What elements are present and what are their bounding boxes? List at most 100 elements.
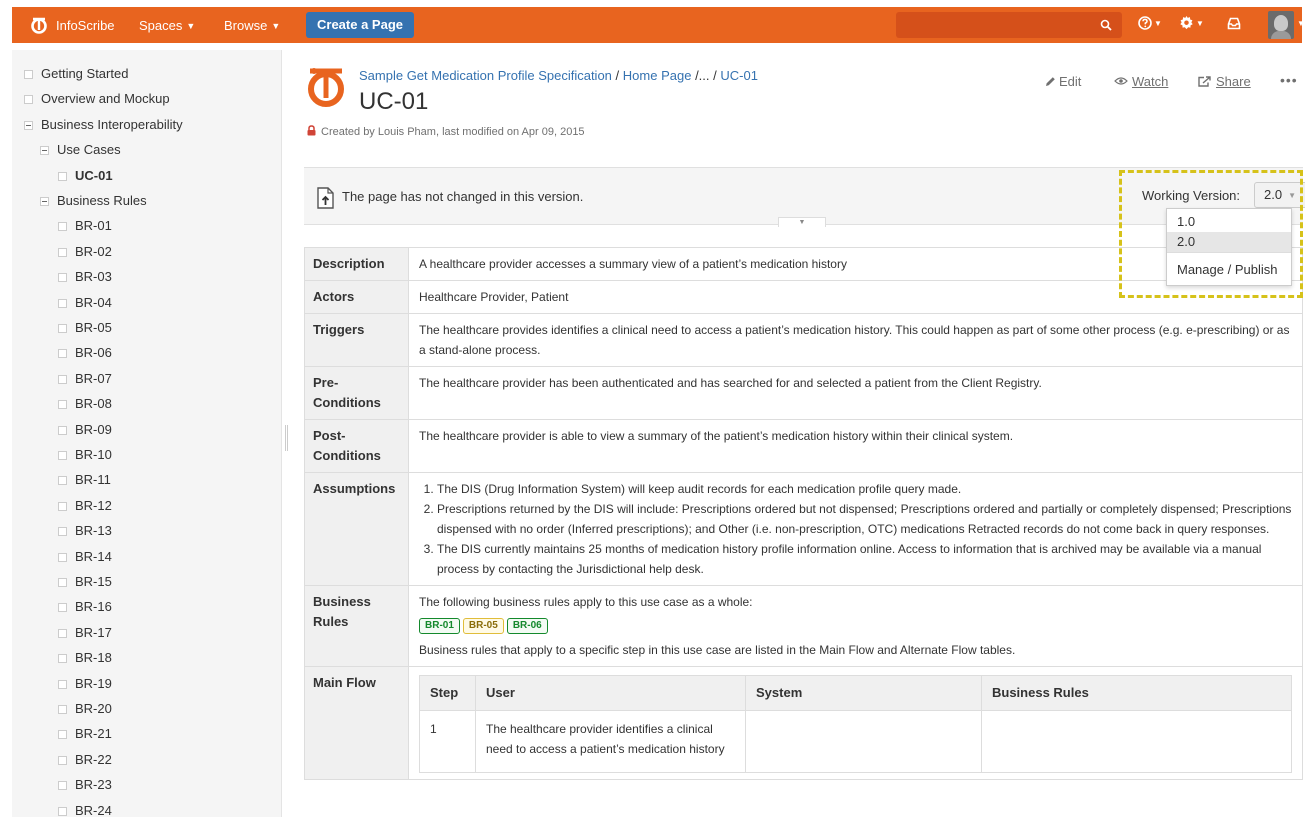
rule-badge[interactable]: BR-06 — [506, 618, 548, 634]
create-page-button[interactable]: Create a Page — [306, 12, 414, 38]
more-actions-button[interactable]: ••• — [1280, 72, 1298, 88]
main-flow-table: Step User System Business Rules 1 The he… — [419, 675, 1292, 773]
sidebar-item-br-20[interactable]: BR-20 — [58, 699, 112, 719]
row-header-preconditions: Pre-Conditions — [304, 366, 409, 420]
search-icon — [1100, 19, 1112, 31]
sidebar-item-br-23[interactable]: BR-23 — [58, 775, 112, 795]
column-header: User — [475, 675, 746, 711]
sidebar-item-br-11[interactable]: BR-11 — [58, 470, 111, 490]
sidebar-item-br-07[interactable]: BR-07 — [58, 369, 112, 389]
page-bullet-icon — [58, 273, 67, 283]
rule-badge[interactable]: BR-05 — [462, 618, 504, 634]
collapse-icon[interactable] — [40, 146, 49, 156]
sidebar-item-label: BR-02 — [75, 243, 112, 259]
annotation-highlight-box — [1119, 170, 1303, 298]
preconditions-cell: The healthcare provider has been authent… — [408, 366, 1303, 420]
settings-menu[interactable]: ▼ — [1179, 15, 1204, 31]
page-bullet-icon — [58, 324, 67, 333]
sidebar-item-br-19[interactable]: BR-19 — [58, 674, 112, 694]
watch-button[interactable]: Watch — [1114, 74, 1168, 89]
sidebar-item-uc-01[interactable]: UC-01 — [58, 166, 113, 186]
page-bullet-icon — [58, 730, 67, 740]
sidebar-item-br-05[interactable]: BR-05 — [58, 318, 112, 338]
page-bullet-icon — [58, 222, 67, 232]
sidebar-item-br-13[interactable]: BR-13 — [58, 521, 112, 541]
breadcrumb-space[interactable]: Sample Get Medication Profile Specificat… — [359, 68, 612, 83]
browse-menu[interactable]: Browse ▼ — [224, 18, 280, 33]
business-rules-cell: The following business rules apply to th… — [408, 585, 1303, 667]
sidebar-item-label: UC-01 — [75, 167, 113, 183]
search-input[interactable] — [896, 12, 1122, 38]
rules-cell — [981, 710, 1292, 773]
spaces-menu[interactable]: Spaces ▼ — [139, 18, 195, 33]
sidebar-item-br-15[interactable]: BR-15 — [58, 572, 112, 592]
table-row: Pre-Conditions The healthcare provider h… — [304, 366, 1303, 420]
breadcrumb-home[interactable]: Home Page — [623, 68, 692, 83]
row-header-description: Description — [304, 247, 409, 281]
app-logo-icon[interactable] — [30, 16, 48, 34]
sidebar-item-br-08[interactable]: BR-08 — [58, 394, 112, 414]
sidebar-item-br-09[interactable]: BR-09 — [58, 420, 112, 440]
sidebar-item-label: BR-06 — [75, 345, 112, 361]
column-header: Step — [419, 675, 476, 711]
sidebar-item-br-17[interactable]: BR-17 — [58, 623, 112, 643]
share-button[interactable]: Share — [1198, 74, 1251, 89]
chevron-down-icon: ▼ — [186, 21, 196, 31]
page-bullet-icon — [58, 603, 67, 613]
sidebar-item-label: BR-11 — [75, 472, 111, 488]
sidebar-item-br-03[interactable]: BR-03 — [58, 267, 112, 287]
sidebar-item-br-21[interactable]: BR-21 — [58, 724, 112, 744]
sidebar-item-br-22[interactable]: BR-22 — [58, 750, 112, 770]
sidebar-item-br-04[interactable]: BR-04 — [58, 293, 112, 313]
rule-badge[interactable]: BR-01 — [419, 618, 460, 634]
table-row: Post-Conditions The healthcare provider … — [304, 419, 1303, 473]
edit-button[interactable]: Edit — [1045, 74, 1081, 89]
sidebar-item-br-16[interactable]: BR-16 — [58, 597, 112, 617]
sidebar-item-br-24[interactable]: BR-24 — [58, 801, 112, 817]
assumptions-cell: The DIS (Drug Information System) will k… — [408, 472, 1303, 586]
sidebar-item-br-10[interactable]: BR-10 — [58, 445, 112, 465]
chevron-down-icon: ▼ — [1154, 19, 1162, 28]
sidebar-item-br-02[interactable]: BR-02 — [58, 242, 112, 262]
expand-toggle-button[interactable]: ▼ — [778, 217, 826, 227]
main-flow-cell: Step User System Business Rules 1 The he… — [408, 666, 1303, 780]
chevron-down-icon[interactable]: ▼ — [1297, 19, 1305, 28]
notifications-button[interactable] — [1227, 15, 1241, 31]
breadcrumb-ellipsis[interactable]: /... — [695, 68, 709, 83]
list-item: The DIS (Drug Information System) will k… — [437, 479, 1292, 499]
page-bullet-icon — [58, 501, 67, 511]
sidebar-item-br-01[interactable]: BR-01 — [58, 216, 112, 236]
sidebar-item-business-interoperability[interactable]: Business Interoperability — [24, 115, 183, 135]
sidebar-item-label: BR-10 — [75, 447, 112, 462]
sidebar-item-label: BR-01 — [75, 218, 112, 234]
sidebar-item-br-18[interactable]: BR-18 — [58, 648, 112, 668]
restriction-lock-icon[interactable] — [307, 125, 316, 136]
sidebar-item-label: BR-14 — [75, 548, 112, 564]
help-icon — [1138, 16, 1152, 30]
user-avatar[interactable] — [1268, 11, 1294, 39]
help-menu[interactable]: ▼ — [1138, 15, 1162, 31]
brand-name[interactable]: InfoScribe — [56, 18, 115, 33]
sidebar-item-br-14[interactable]: BR-14 — [58, 547, 112, 567]
notifications-icon — [1227, 17, 1241, 30]
page-bullet-icon — [58, 400, 67, 410]
sidebar-item-use-cases[interactable]: Use Cases — [40, 140, 121, 160]
sidebar-item-br-12[interactable]: BR-12 — [58, 496, 112, 516]
sidebar-item-label: BR-16 — [75, 599, 112, 615]
page-bullet-icon — [58, 425, 67, 435]
space-logo-icon — [308, 68, 344, 107]
sidebar-item-getting-started[interactable]: Getting Started — [24, 64, 128, 84]
page-bullet-icon — [58, 679, 67, 689]
sidebar-item-br-06[interactable]: BR-06 — [58, 343, 112, 363]
page-bullet-icon — [58, 806, 67, 816]
rules-outro: Business rules that apply to a specific … — [419, 643, 1016, 657]
sidebar-item-business-rules[interactable]: Business Rules — [40, 191, 147, 211]
top-navigation-bar: InfoScribe Spaces ▼ Browse ▼ Create a Page… — [0, 0, 1305, 50]
breadcrumb-current[interactable]: UC-01 — [720, 68, 758, 83]
collapse-icon[interactable] — [40, 197, 49, 206]
sidebar-item-overview-and-mockup[interactable]: Overview and Mockup — [24, 89, 170, 109]
collapse-icon[interactable] — [24, 120, 33, 130]
assumptions-list: The DIS (Drug Information System) will k… — [419, 479, 1292, 579]
sidebar-item-label: Use Cases — [57, 142, 121, 158]
sidebar-item-label: Overview and Mockup — [41, 91, 170, 107]
